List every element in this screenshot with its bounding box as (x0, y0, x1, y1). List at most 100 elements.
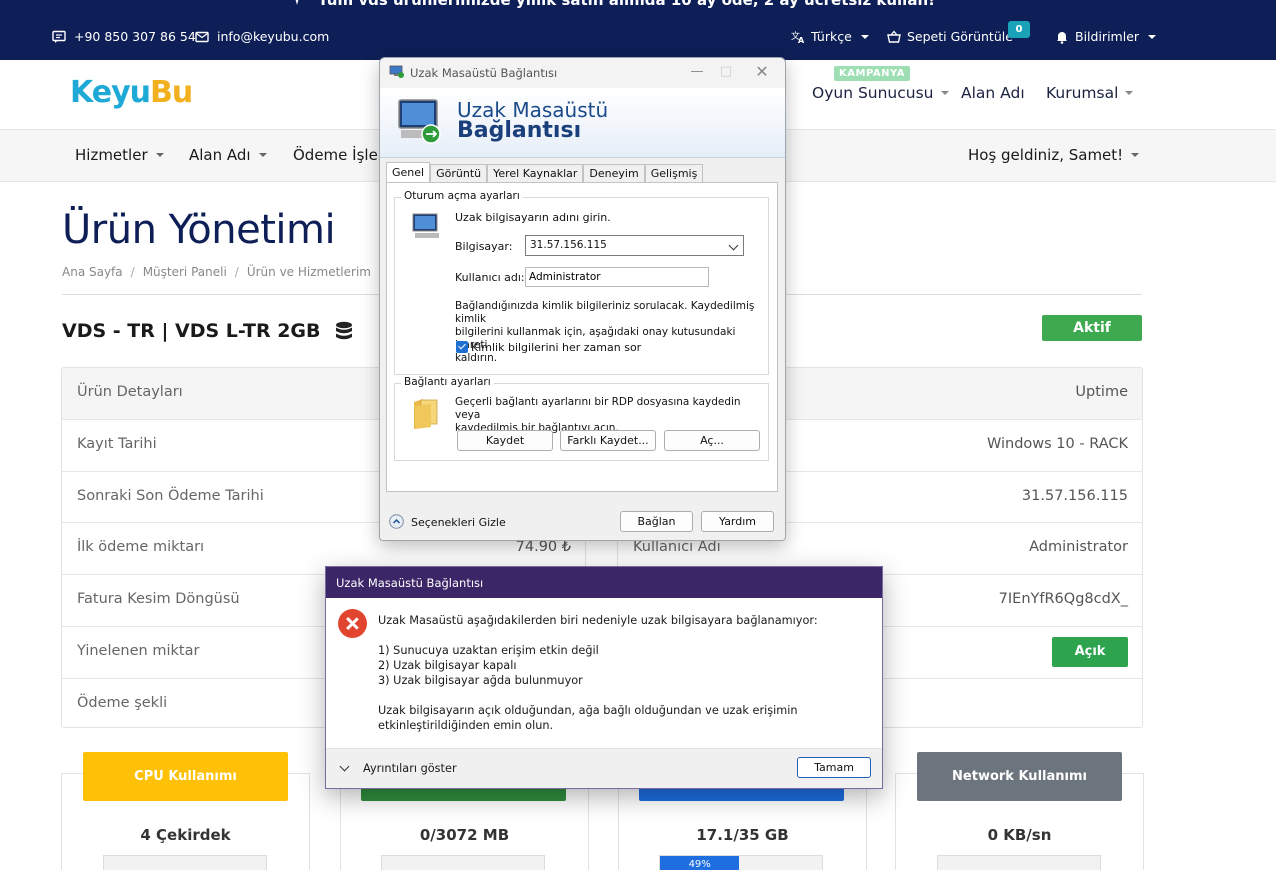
error-dialog-footer: Ayrıntıları göster Tamam (326, 748, 882, 788)
nav-label: Alan Adı (961, 84, 1025, 102)
save-button[interactable]: Kaydet (457, 430, 553, 451)
connection-settings-group: Bağlantı ayarları Geçerli bağlantı ayarl… (394, 376, 769, 461)
breadcrumb-services[interactable]: Ürün ve Hizmetlerim (247, 265, 371, 279)
info-label: Kullanıcı Adı (633, 539, 721, 556)
notifications-menu[interactable]: Bildirimler (1055, 29, 1157, 44)
rdp-window-title: Uzak Masaüstü Bağlantısı (410, 66, 558, 80)
top-info-bar: Tüm vds ürünlerimizde yıllık satın alımd… (0, 0, 1276, 60)
tab-general[interactable]: Genel (386, 162, 431, 183)
save-as-button[interactable]: Farklı Kaydet... (560, 430, 656, 451)
tab-general-body: Oturum açma ayarları Uzak bilgisayarın a… (386, 182, 778, 492)
open-button[interactable]: Aç... (664, 430, 760, 451)
page-title: Ürün Yönetimi (62, 207, 336, 253)
always-ask-checkbox[interactable] (456, 341, 468, 353)
detail-label: Fatura Kesim Döngüsü (77, 591, 240, 608)
power-status-button[interactable]: Açık (1052, 636, 1128, 667)
panel-header-label: Ürün Detayları (77, 384, 183, 400)
detail-label: Ödeme şekli (77, 694, 168, 711)
chevron-down-icon (940, 91, 949, 95)
breadcrumb-home[interactable]: Ana Sayfa (62, 265, 123, 279)
error-dialog-title[interactable]: Uzak Masaüstü Bağlantısı (326, 567, 882, 598)
show-details-toggle[interactable]: Ayrıntıları göster (363, 762, 457, 775)
chevron-down-icon[interactable] (339, 761, 350, 772)
username-input[interactable] (525, 267, 709, 287)
chevron-down-icon (1125, 91, 1134, 95)
folder-icon (414, 399, 438, 429)
username-value: Administrator (1029, 539, 1128, 556)
language-selector[interactable]: 文A Türkçe (791, 29, 869, 44)
tab-display[interactable]: Görüntü (430, 164, 488, 183)
chevron-down-icon (258, 153, 267, 157)
rdp-banner: Uzak Masaüstü Bağlantısı (380, 88, 785, 158)
error-reason-1: 1) Sunucuya uzaktan erişim etkin değil (378, 644, 599, 657)
welcome-label: Hoş geldiniz, Samet! (968, 146, 1124, 164)
network-card-title: Network Kullanımı (917, 752, 1122, 801)
nav-label: Kurumsal (1046, 84, 1119, 102)
computer-icon (412, 213, 439, 238)
nav-domain[interactable]: Alan Adı (961, 84, 1025, 102)
maximize-icon: □ (719, 64, 733, 79)
notifications-label: Bildirimler (1075, 29, 1140, 44)
user-welcome-menu[interactable]: Hoş geldiniz, Samet! (968, 146, 1140, 164)
os-value: Windows 10 - RACK (986, 435, 1128, 452)
ram-progress-bar (381, 855, 545, 870)
computer-label: Bilgisayar: (455, 240, 513, 253)
tab-advanced[interactable]: Gelişmiş (644, 164, 704, 183)
error-icon (338, 609, 367, 638)
breadcrumb-separator: / (234, 265, 239, 279)
error-advice-2: etkinleştirildiğinden emin olun. (378, 719, 554, 732)
network-progress-bar (937, 855, 1101, 870)
email-link[interactable]: info@keyubu.com (195, 29, 329, 44)
bell-icon (1057, 31, 1067, 44)
tab-local-resources[interactable]: Yerel Kaynaklar (487, 164, 584, 183)
hide-options-label[interactable]: Seçenekleri Gizle (411, 516, 506, 529)
remote-desktop-icon (398, 99, 441, 144)
minimize-icon[interactable]: — (685, 62, 709, 82)
cpu-progress-bar (103, 855, 267, 870)
subnav-payments[interactable]: Ödeme İşlem (293, 146, 392, 164)
cart-count-badge: 0 (1008, 21, 1030, 38)
breadcrumb-separator: / (130, 265, 135, 279)
password-value: 7IEnYfR6Qg8cdX_ (998, 591, 1128, 608)
rdp-titlebar[interactable]: Uzak Masaüstü Bağlantısı — □ ✕ (380, 58, 785, 88)
computer-combobox[interactable]: 31.57.156.115 (525, 235, 744, 256)
chevron-down-icon (155, 153, 164, 157)
disk-value: 17.1/35 GB (696, 826, 789, 844)
chevron-down-icon (860, 34, 869, 39)
tab-experience[interactable]: Deneyim (583, 164, 645, 183)
error-message: Uzak Masaüstü aşağıdakilerden biri neden… (378, 614, 818, 627)
close-icon[interactable]: ✕ (750, 62, 774, 82)
breadcrumb: Ana Sayfa / Müşteri Paneli / Ürün ve Hizmetl… (62, 265, 371, 279)
cart-link[interactable]: Sepeti Görüntüle (887, 29, 1013, 44)
detail-value: 74.90 ₺ (515, 539, 571, 556)
detail-label: Kayıt Tarihi (77, 435, 157, 452)
subnav-domain[interactable]: Alan Adı (189, 146, 267, 164)
cart-label: Sepeti Görüntüle (907, 29, 1013, 44)
mail-icon (195, 31, 209, 42)
nav-game-server[interactable]: Oyun Sunucusu (812, 84, 949, 102)
connect-button[interactable]: Bağlan (620, 511, 693, 532)
chevron-up-circle-icon[interactable] (389, 514, 404, 529)
error-reason-3: 3) Uzak bilgisayar ağda bulunmuyor (378, 674, 583, 687)
nav-corporate[interactable]: Kurumsal (1046, 84, 1134, 102)
uptime-label: Uptime (1075, 384, 1128, 400)
status-badge: Aktif (1042, 315, 1142, 341)
phone-link[interactable]: +90 850 307 86 54 (52, 29, 196, 44)
database-icon (335, 321, 352, 340)
chat-icon (52, 30, 66, 43)
site-logo[interactable]: KeyuBu (70, 75, 193, 110)
help-button[interactable]: Yardım (701, 511, 774, 532)
ok-button[interactable]: Tamam (797, 757, 871, 778)
logo-text-part: Bu (149, 75, 193, 110)
logo-text-part: Keyu (70, 75, 151, 110)
username-label: Kullanıcı adı: (455, 271, 525, 284)
note-line: Geçerli bağlantı ayarlarını bir RDP dosy… (455, 396, 741, 421)
promo-banner[interactable]: Tüm vds ürünlerimizde yıllık satın alımd… (290, 0, 935, 9)
product-name: VDS - TR | VDS L-TR 2GB (62, 320, 321, 342)
login-settings-group: Oturum açma ayarları Uzak bilgisayarın a… (394, 190, 769, 375)
rdp-tabs: Genel Görüntü Yerel Kaynaklar Deneyim Ge… (386, 162, 704, 183)
phone-number: +90 850 307 86 54 (74, 29, 196, 44)
subnav-services[interactable]: Hizmetler (75, 146, 164, 164)
breadcrumb-client-area[interactable]: Müşteri Paneli (143, 265, 227, 279)
detail-label: Sonraki Son Ödeme Tarihi (77, 487, 264, 504)
